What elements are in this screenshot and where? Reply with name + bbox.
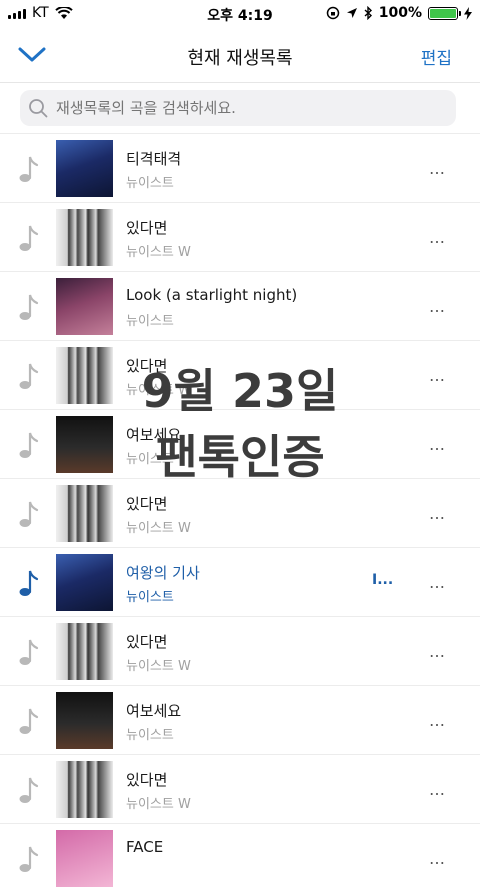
music-note-icon — [19, 501, 39, 527]
track-artist: 뉴이스트 W — [126, 383, 191, 398]
music-note-icon — [19, 777, 39, 803]
status-bar: KT 오후 4:19 100% — [0, 0, 480, 28]
track-title: 있다면 — [126, 633, 168, 651]
more-icon[interactable]: … — [429, 228, 446, 247]
list-item[interactable]: 여보세요 뉴이스트 … — [0, 409, 480, 478]
music-note-icon — [19, 708, 39, 734]
list-item[interactable]: 있다면 뉴이스트 W … — [0, 340, 480, 409]
edit-button[interactable]: 편집 — [421, 44, 452, 69]
track-artist: 뉴이스트 — [126, 728, 174, 743]
track-title: 여보세요 — [126, 426, 182, 444]
album-art — [56, 140, 113, 197]
track-artist: 뉴이스트 W — [126, 521, 191, 536]
music-note-icon — [19, 156, 39, 182]
more-icon[interactable]: … — [429, 780, 446, 799]
charging-icon — [464, 6, 472, 20]
track-title: Look (a starlight night) — [126, 286, 298, 304]
search-input[interactable] — [56, 90, 436, 126]
album-art — [56, 416, 113, 473]
list-item[interactable]: 티격태격 뉴이스트 … — [0, 133, 480, 202]
track-artist: 뉴이스트 W — [126, 659, 191, 674]
now-playing-indicator: I... — [372, 572, 394, 588]
album-art — [56, 278, 113, 335]
track-artist: 뉴이스트 — [126, 176, 174, 191]
music-note-icon — [19, 363, 39, 389]
track-title: 있다면 — [126, 771, 168, 789]
more-icon[interactable]: … — [429, 159, 446, 178]
more-icon[interactable]: … — [429, 504, 446, 523]
album-art — [56, 485, 113, 542]
track-title: 있다면 — [126, 357, 168, 375]
more-icon[interactable]: … — [429, 642, 446, 661]
track-title: 있다면 — [126, 219, 168, 237]
music-note-icon — [19, 294, 39, 320]
list-item[interactable]: FACE … — [0, 823, 480, 892]
more-icon[interactable]: … — [429, 297, 446, 316]
battery-icon — [428, 6, 461, 20]
more-icon[interactable]: … — [429, 711, 446, 730]
album-art — [56, 554, 113, 611]
album-art — [56, 623, 113, 680]
list-item[interactable]: 여보세요 뉴이스트 … — [0, 685, 480, 754]
track-title: FACE — [126, 838, 164, 856]
more-icon[interactable]: … — [429, 573, 446, 592]
music-note-icon — [19, 432, 39, 458]
track-artist: 뉴이스트 W — [126, 245, 191, 260]
more-icon[interactable]: … — [429, 366, 446, 385]
list-item[interactable]: 있다면 뉴이스트 W … — [0, 616, 480, 685]
list-item[interactable]: 있다면 뉴이스트 W … — [0, 754, 480, 823]
search-icon — [29, 99, 48, 118]
track-title: 있다면 — [126, 495, 168, 513]
track-title: 여왕의 기사 — [126, 564, 200, 582]
track-artist: 뉴이스트 — [126, 314, 174, 329]
list-item[interactable]: 있다면 뉴이스트 W … — [0, 478, 480, 547]
rotation-lock-icon — [326, 6, 339, 20]
list-item[interactable]: 여왕의 기사 뉴이스트 I... … — [0, 547, 480, 616]
battery-percent: 100% — [378, 5, 422, 21]
header: 현재 재생목록 편집 — [0, 28, 480, 83]
list-item[interactable]: Look (a starlight night) 뉴이스트 … — [0, 271, 480, 340]
album-art — [56, 761, 113, 818]
more-icon[interactable]: … — [429, 849, 446, 868]
music-note-icon — [19, 846, 39, 872]
track-title: 티격태격 — [126, 150, 182, 168]
list-item[interactable]: 있다면 뉴이스트 W … — [0, 202, 480, 271]
search-bar[interactable] — [20, 90, 456, 126]
page-title: 현재 재생목록 — [187, 48, 293, 69]
music-note-icon — [19, 639, 39, 665]
location-icon — [346, 8, 357, 18]
status-right: 100% — [326, 5, 472, 21]
bluetooth-icon — [364, 6, 372, 20]
music-note-icon — [19, 570, 39, 596]
playlist: 티격태격 뉴이스트 … 있다면 뉴이스트 W … Look (a starlig… — [0, 133, 480, 892]
track-artist: 뉴이스트 W — [126, 797, 191, 812]
album-art — [56, 209, 113, 266]
album-art — [56, 692, 113, 749]
track-title: 여보세요 — [126, 702, 182, 720]
more-icon[interactable]: … — [429, 435, 446, 454]
track-artist: 뉴이스트 — [126, 590, 174, 605]
album-art — [56, 347, 113, 404]
track-artist: 뉴이스트 — [126, 452, 174, 467]
music-note-icon — [19, 225, 39, 251]
album-art — [56, 830, 113, 887]
